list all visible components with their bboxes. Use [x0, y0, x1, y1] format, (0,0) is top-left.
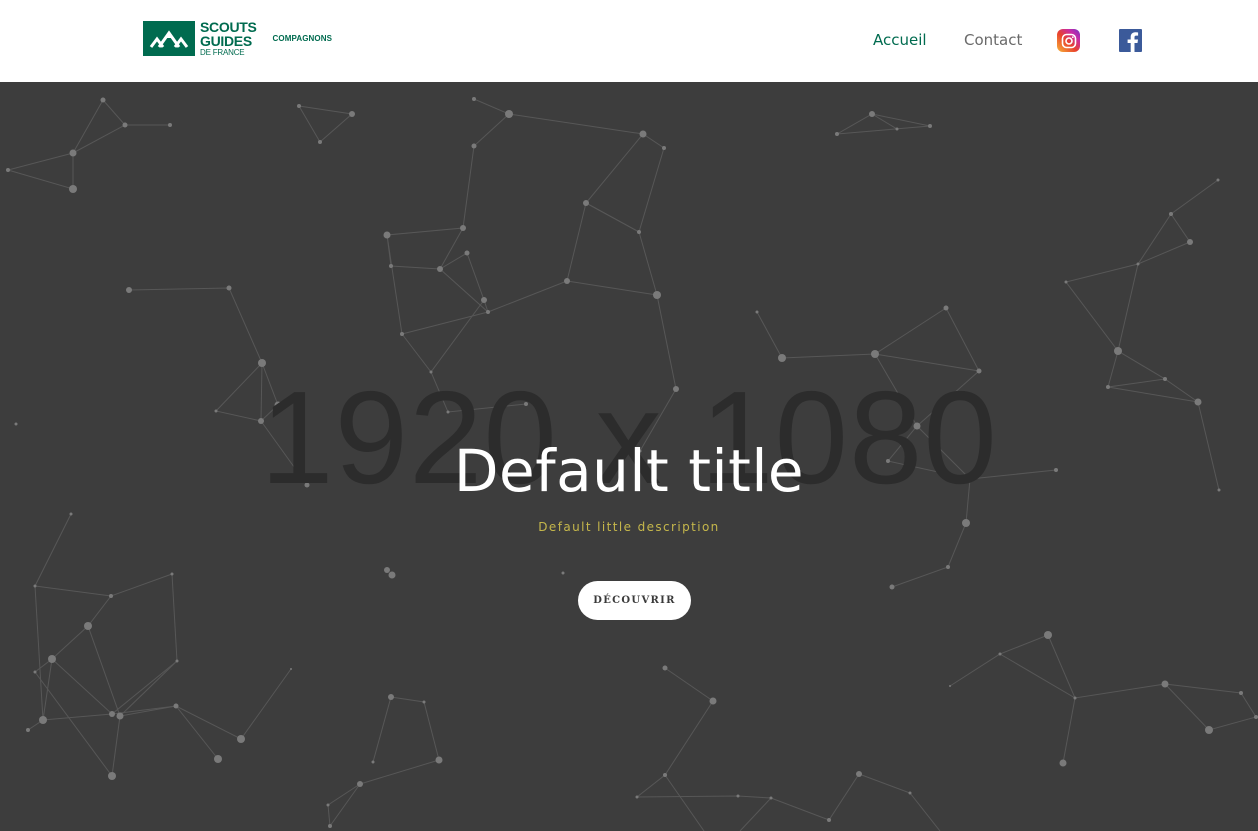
hero-description: Default little description: [538, 520, 720, 534]
site-header: SCOUTS GUIDES DE FRANCE COMPAGNONS Accue…: [0, 0, 1258, 82]
facebook-icon[interactable]: [1119, 29, 1142, 52]
logo-subtitle: COMPAGNONS: [272, 34, 333, 43]
logo-line-scouts: SCOUTS: [200, 19, 257, 35]
decouvrir-button[interactable]: DÉCOUVRIR: [578, 581, 691, 620]
logo-line-france: DE FRANCE: [200, 48, 245, 57]
site-logo[interactable]: SCOUTS GUIDES DE FRANCE COMPAGNONS: [143, 20, 333, 57]
logo-wordmark: SCOUTS GUIDES DE FRANCE: [200, 20, 257, 57]
hero-title: Default title: [453, 437, 805, 505]
nav-link-accueil[interactable]: Accueil: [873, 31, 927, 49]
hero-section: 1920 x 1080 Default title Default little…: [0, 82, 1258, 831]
nav-link-contact[interactable]: Contact: [964, 31, 1022, 49]
instagram-icon[interactable]: [1057, 29, 1080, 52]
logo-line-guides: GUIDES: [200, 33, 252, 49]
mountain-logo-icon: [143, 21, 195, 56]
